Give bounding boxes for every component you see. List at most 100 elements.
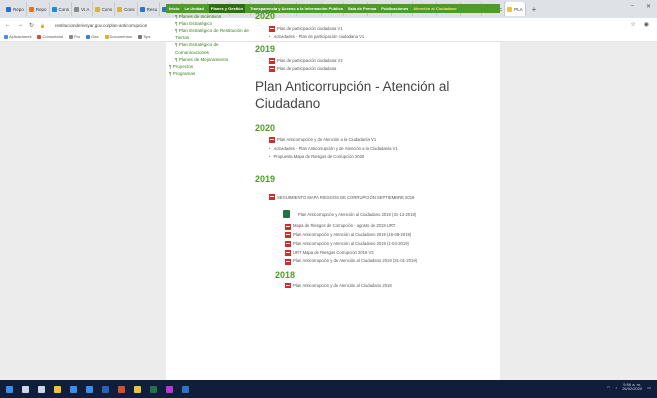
bookmark-icon: [86, 34, 91, 39]
task-view-icon[interactable]: [38, 385, 45, 393]
main-content: 2020 Plan de participación ciudadana V1A…: [255, 11, 500, 289]
browser-tab[interactable]: Repo: [4, 2, 27, 16]
store-icon[interactable]: [70, 385, 77, 393]
word-icon[interactable]: [102, 385, 109, 393]
site-nav-item[interactable]: La Unidad: [184, 6, 203, 11]
xls-link[interactable]: Plan Anticorrupción y Atención al Ciudad…: [283, 210, 500, 219]
bookmark-item[interactable]: Aplicaciones: [4, 34, 31, 39]
browser-tab[interactable]: VI.A: [72, 2, 93, 16]
browser-tab[interactable]: Resu: [138, 2, 161, 16]
year-heading: 2018: [275, 270, 296, 281]
pdf-icon: [269, 25, 275, 32]
excel-icon[interactable]: [150, 385, 157, 393]
pdf-icon: [269, 65, 275, 72]
document-link[interactable]: Plan Anticorrupción y Atención al Ciudad…: [285, 240, 500, 249]
pdf-icon: [285, 241, 291, 248]
seguimiento-link[interactable]: SEGUIMIENTO MAPA RIESGOS DE CORRUPCIÓN S…: [269, 194, 500, 201]
tab-favicon-icon: [94, 6, 100, 12]
left-nav-item[interactable]: ¶ Planes de Mejoramiento: [166, 56, 252, 63]
pdf-icon: [285, 223, 291, 230]
left-nav-item[interactable]: ¶ Planes de Incentivos: [166, 13, 252, 20]
document-link[interactable]: Plan Anticorrupción y de Atención al Ciu…: [285, 257, 500, 266]
search-icon[interactable]: [22, 385, 29, 393]
tab-favicon-icon: [117, 6, 123, 12]
document-link[interactable]: Plan Anticorrupción y de Atención al Ciu…: [285, 283, 500, 289]
tab-label: Cons: [58, 6, 70, 12]
pdf-icon: [285, 283, 291, 289]
browser-tab[interactable]: Cons: [115, 2, 138, 16]
mail-icon[interactable]: [86, 385, 93, 393]
pdf-icon: [285, 249, 291, 256]
close-icon[interactable]: ✕: [646, 3, 651, 10]
left-nav-item[interactable]: ¶ Plan Estratégico de Comunicaciones: [166, 41, 252, 55]
browser-tab[interactable]: Cons: [93, 2, 116, 16]
forward-icon[interactable]: →: [17, 22, 23, 28]
profile-icon[interactable]: ◉: [644, 21, 649, 28]
year-heading: 2020: [255, 122, 276, 133]
bookmark-item[interactable]: Gas: [86, 34, 99, 39]
pdf-icon: [269, 194, 275, 201]
document-link[interactable]: Propuesta Mapa de Riesgos de Corrupción …: [269, 153, 500, 162]
volume-icon[interactable]: ♪: [615, 385, 617, 390]
tab-favicon-icon: [28, 6, 34, 12]
url-field[interactable]: restitucionderivsyar.gov.co/plan-anticor…: [55, 23, 147, 28]
document-link[interactable]: Mapa de Riesgos de Corrupción - agosto d…: [285, 222, 500, 231]
browser-tab[interactable]: Cons: [50, 2, 73, 16]
pdf-icon: [269, 57, 275, 64]
powerpoint-icon[interactable]: [118, 385, 125, 393]
new-tab-button[interactable]: +: [532, 5, 537, 14]
tab-label: VI.A: [81, 6, 90, 12]
bookmark-icon: [68, 34, 73, 39]
browser-tab[interactable]: PLA: [505, 2, 526, 16]
bookmark-icon: [37, 34, 42, 39]
document-link[interactable]: URT Mapa de Riesgos Corrupción 2019 V3: [285, 249, 500, 258]
tab-label: PLA: [514, 6, 523, 12]
explorer-icon[interactable]: [54, 385, 61, 393]
bookmark-icon: [137, 34, 142, 39]
document-link[interactable]: Actividades - Plan de participación ciud…: [269, 33, 500, 41]
onenote-icon[interactable]: [182, 385, 189, 393]
bookmark-icon: [4, 34, 8, 39]
notifications-icon[interactable]: ▭: [647, 385, 651, 390]
bookmark-item[interactable]: Documentos: [104, 34, 132, 39]
tab-favicon-icon: [139, 6, 145, 12]
site-nav-item[interactable]: Inicio: [169, 6, 179, 11]
start-icon[interactable]: [6, 385, 13, 393]
pdf-icon: [285, 232, 291, 239]
photos-icon[interactable]: [166, 385, 173, 393]
left-nav-item[interactable]: ¶ Programas: [166, 70, 252, 77]
bookmark-icon: [104, 34, 109, 39]
left-nav-item[interactable]: ¶ Proyectos: [166, 63, 252, 70]
browser-tab[interactable]: Repo: [27, 2, 50, 16]
chrome-icon[interactable]: [134, 385, 141, 393]
tab-favicon-icon: [74, 6, 80, 12]
document-link[interactable]: Plan de participación ciudadana: [269, 65, 500, 73]
pdf-icon: [285, 258, 291, 265]
left-nav-item[interactable]: ¶ Plan Estratégico de Restitución de Tie…: [166, 27, 252, 41]
back-icon[interactable]: ←: [5, 22, 11, 28]
bookmark-item[interactable]: Pro: [68, 34, 80, 39]
clock[interactable]: 9:56 a. m. 26/02/2020: [622, 382, 642, 392]
document-link[interactable]: Plan de participación ciudadana V2: [269, 57, 500, 65]
document-link[interactable]: Actividades - Plan Anticorrupción y de A…: [269, 145, 500, 154]
tab-favicon-icon: [507, 6, 513, 12]
document-link[interactable]: Plan Anticorrupción y Atención al Ciudad…: [285, 231, 500, 240]
reload-icon[interactable]: ↻: [29, 22, 34, 29]
bookmark-star-icon[interactable]: ☆: [630, 21, 635, 28]
document-link[interactable]: Plan de participación ciudadana V1: [269, 25, 500, 33]
pdf-icon: [269, 137, 275, 144]
tab-label: Resu: [146, 6, 158, 12]
left-nav-item[interactable]: ¶ Plan Estratégico: [166, 20, 252, 27]
bookmark-item[interactable]: Comunidad: [37, 34, 63, 39]
tab-label: Repo: [13, 6, 24, 12]
minimize-icon[interactable]: –: [631, 3, 634, 10]
site-nav-item[interactable]: Planes y Gestión: [208, 4, 246, 13]
year-heading: 2020: [255, 11, 276, 21]
secure-icon: 🔒: [40, 22, 46, 28]
tab-label: Cons: [124, 6, 135, 12]
network-icon[interactable]: ◠: [607, 385, 611, 390]
document-link[interactable]: Plan Anticorrupción y de Atención a la C…: [269, 136, 500, 145]
tab-label: Repo: [35, 6, 47, 12]
tab-label: Cons: [101, 6, 113, 12]
bookmark-item[interactable]: Tips: [137, 34, 150, 39]
